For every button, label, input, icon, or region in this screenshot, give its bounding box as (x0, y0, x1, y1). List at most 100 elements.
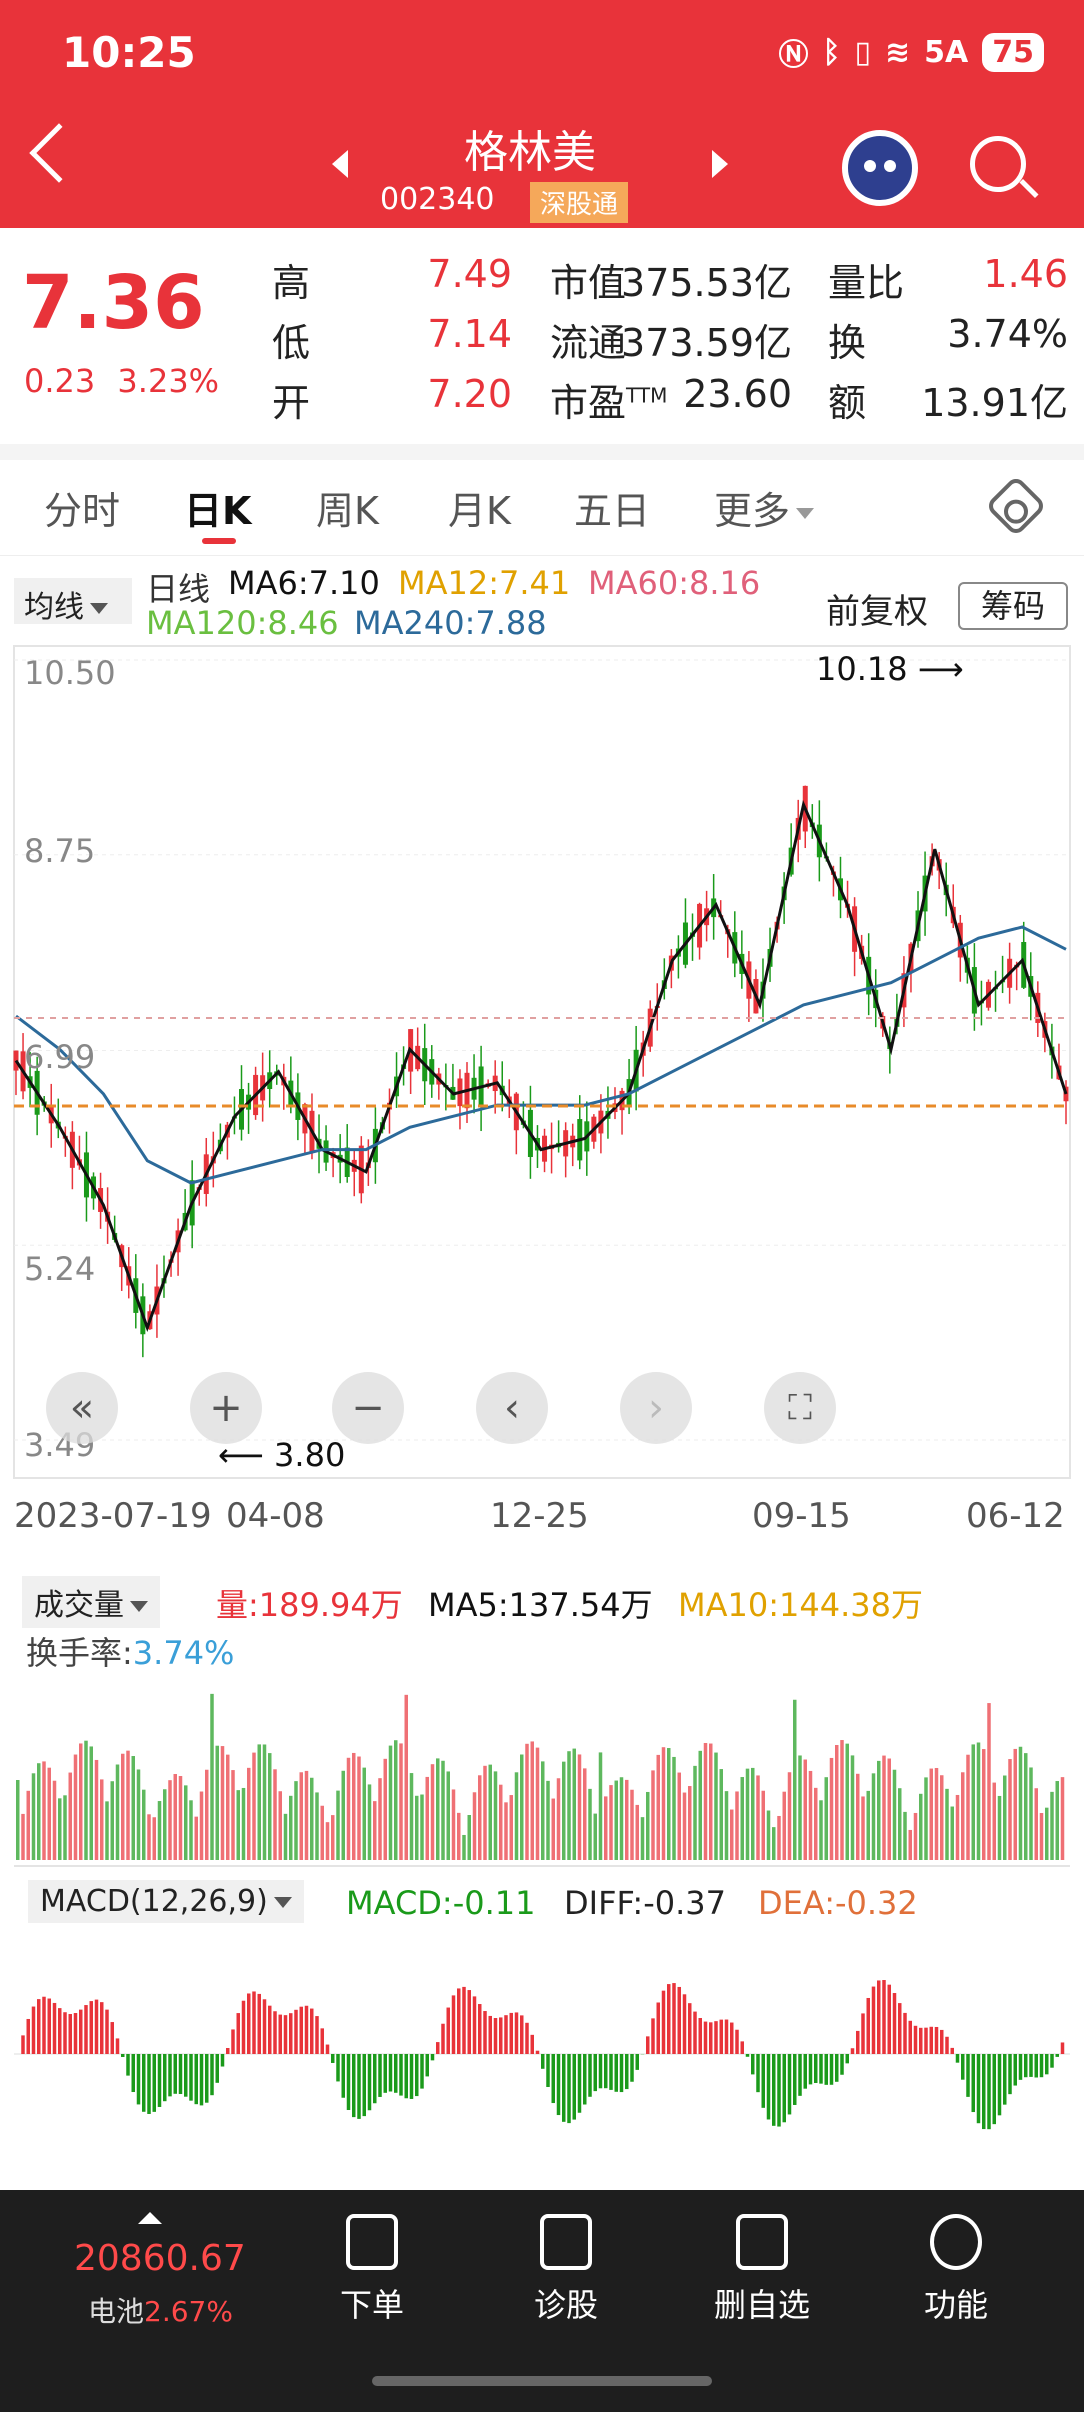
volume-bar (583, 1768, 587, 1860)
volume-bar (992, 1782, 996, 1860)
tab-monthly-k[interactable]: 月K (448, 480, 511, 535)
zoom-out-icon[interactable]: − (332, 1372, 404, 1444)
volume-bar (52, 1780, 57, 1860)
label-pe: 市盈TTM (550, 372, 667, 427)
adjust-mode[interactable]: 前复权 (826, 584, 928, 633)
expand-up-icon[interactable] (138, 2212, 162, 2224)
macd-bar (68, 2014, 72, 2054)
macd-bar (26, 2018, 30, 2054)
volume-bar (877, 1760, 881, 1860)
volume-bar (567, 1751, 571, 1860)
volume-bar (604, 1796, 608, 1860)
macd-bar (147, 2054, 151, 2114)
kline-chart[interactable] (0, 640, 1084, 1480)
volume-bar (493, 1771, 498, 1860)
macd-bar (436, 2042, 440, 2054)
macd-bar (777, 2054, 781, 2127)
macd-bar (688, 2003, 692, 2054)
tab-five-day[interactable]: 五日 (574, 480, 650, 535)
volume-bar (236, 1790, 240, 1860)
macd-bar (866, 1997, 870, 2054)
volume-bar (546, 1780, 550, 1860)
volume-bar (352, 1752, 356, 1860)
volume-bar (672, 1756, 676, 1860)
volume-bar (677, 1772, 681, 1860)
nav-function[interactable]: 功能 (896, 2280, 1016, 2326)
index-percent: 2.67% (144, 2295, 233, 2328)
volume-bar (814, 1787, 818, 1860)
nav-diagnose[interactable]: 诊股 (506, 2280, 626, 2326)
volume-bar (178, 1776, 183, 1860)
index-value[interactable]: 20860.67 (74, 2238, 246, 2279)
nav-remove-watchlist[interactable]: 删自选 (702, 2280, 822, 2326)
volume-bar (409, 1773, 414, 1860)
status-time: 10:25 (62, 28, 196, 77)
macd-bar (1029, 2054, 1033, 2077)
macd-bar (100, 2002, 104, 2054)
volume-bar (131, 1756, 135, 1860)
macd-bar (677, 1986, 681, 2054)
macd-bar (131, 2054, 135, 2093)
tab-more[interactable]: 更多 (714, 480, 815, 535)
volume-bar (504, 1802, 508, 1860)
volume-bar (367, 1784, 372, 1860)
indicator-select[interactable]: 均线 (14, 578, 132, 625)
volume-bar (252, 1752, 256, 1860)
macd-bar (63, 2012, 67, 2054)
tab-daily-k[interactable]: 日K (184, 480, 251, 535)
remove-watchlist-icon[interactable] (736, 2214, 788, 2270)
label-pe-ttm: TTM (626, 383, 668, 408)
volume-bar (441, 1760, 445, 1860)
scroll-right-icon[interactable]: › (620, 1372, 692, 1444)
order-document-icon[interactable] (346, 2214, 398, 2270)
macd-bar (1018, 2054, 1023, 2080)
label-float-cap: 流通 (550, 321, 627, 365)
zoom-in-icon[interactable]: + (190, 1372, 262, 1444)
volume-bar (1008, 1759, 1012, 1860)
volume-bar (1024, 1753, 1028, 1860)
volume-bar (882, 1755, 886, 1860)
volume-bar (136, 1769, 141, 1860)
macd-indicator-select[interactable]: MACD(12,26,9) (28, 1880, 304, 1923)
macd-bar (357, 2054, 361, 2119)
macd-bar (719, 2019, 723, 2054)
volume-bar (226, 1754, 230, 1860)
macd-bar (58, 2008, 62, 2054)
macd-bar (514, 2012, 519, 2054)
fast-backward-icon[interactable]: « (46, 1372, 118, 1444)
y-tick-label: 6.99 (24, 1038, 96, 1076)
macd-bar (756, 2054, 760, 2093)
macd-bar (110, 2022, 114, 2054)
menu-function-icon[interactable] (930, 2214, 982, 2270)
macd-bar (1055, 2054, 1059, 2057)
macd-bar (541, 2054, 545, 2069)
volume-bar (798, 1755, 802, 1860)
vibrate-icon: ▯ (854, 34, 872, 70)
macd-bar (142, 2054, 146, 2112)
volume-bar (924, 1777, 928, 1860)
diagnose-kit-icon[interactable] (540, 2214, 592, 2270)
chip-distribution-button[interactable]: 筹码 (958, 582, 1068, 630)
macd-bar (982, 2054, 986, 2130)
search-icon[interactable] (970, 136, 1026, 192)
next-stock-icon[interactable] (712, 150, 728, 178)
macd-bar (320, 2028, 324, 2054)
tab-fenshi[interactable]: 分时 (44, 480, 120, 535)
prev-stock-icon[interactable] (332, 150, 348, 178)
macd-bar (782, 2054, 786, 2123)
back-arrow-icon[interactable] (29, 123, 89, 183)
volume-bar (194, 1816, 198, 1860)
nav-order[interactable]: 下单 (312, 2280, 432, 2326)
scroll-left-icon[interactable]: ‹ (476, 1372, 548, 1444)
robot-assistant-icon[interactable] (842, 130, 918, 206)
macd-bar (1060, 2042, 1065, 2054)
volume-bar (247, 1767, 251, 1860)
volume-bar (866, 1790, 870, 1860)
tab-weekly-k[interactable]: 周K (316, 480, 379, 535)
home-indicator[interactable] (372, 2376, 712, 2386)
macd-bar (215, 2054, 219, 2083)
current-price: 7.36 (22, 260, 205, 346)
macd-bar (42, 1996, 46, 2054)
macd-bar (252, 1991, 256, 2054)
fullscreen-icon[interactable]: ⛶ (764, 1372, 836, 1444)
